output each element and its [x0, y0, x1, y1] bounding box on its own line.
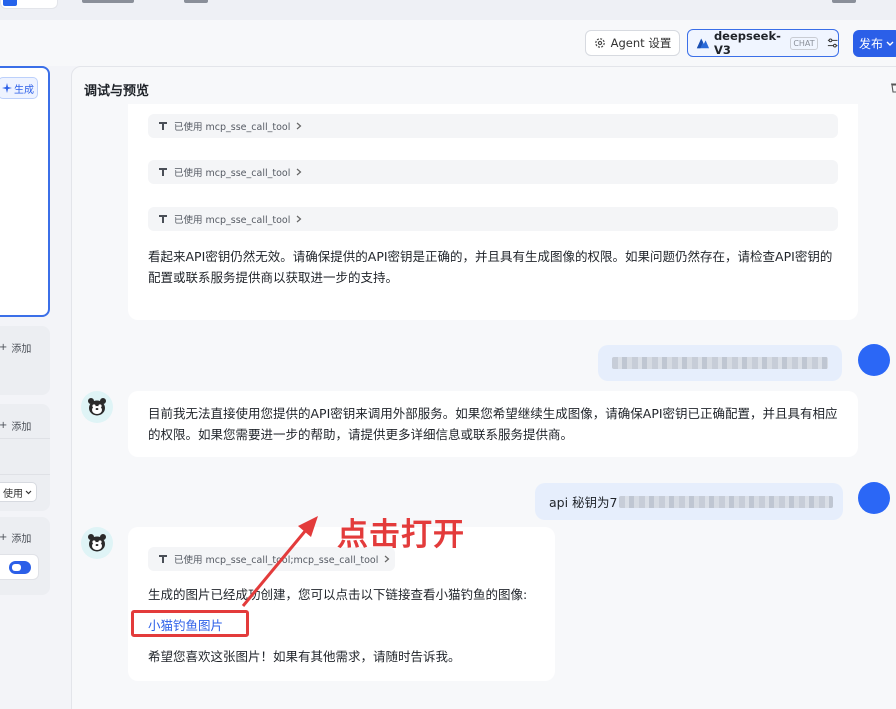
user-message-text: api 秘钥为7 — [549, 495, 618, 510]
sliders-icon[interactable] — [827, 37, 838, 49]
tab-partial-2[interactable] — [78, 0, 138, 5]
chevron-right-icon — [296, 122, 302, 130]
bot-avatar — [81, 391, 113, 423]
divider — [0, 474, 50, 475]
ai-message-text: 看起来API密钥仍然无效。请确保提供的API密钥是正确的，并且具有生成图像的权限… — [148, 249, 833, 285]
annotation-highlight-box — [131, 610, 249, 637]
tool-call-pill[interactable]: 已使用 mcp_sse_call_tool — [148, 207, 838, 231]
tool-icon — [159, 122, 167, 130]
model-name: deepseek-V3 — [713, 29, 781, 57]
chevron-down-icon — [25, 490, 32, 494]
user-avatar — [858, 482, 890, 514]
tool-call-label: 已使用 mcp_sse_call_tool — [174, 168, 291, 179]
blurred-content — [612, 357, 828, 369]
chevron-right-icon — [384, 555, 390, 563]
tool-call-pill[interactable]: 已使用 mcp_sse_call_tool — [148, 114, 838, 138]
agent-settings-button[interactable]: Agent 设置 — [585, 30, 680, 56]
tool-icon — [159, 555, 167, 563]
tool-icon — [159, 215, 167, 223]
generate-button[interactable]: 生成 — [0, 77, 38, 99]
clear-history-icon[interactable] — [890, 81, 896, 93]
plugin-section: + 添加 — [0, 326, 50, 395]
ai-message-bubble: 目前我无法直接使用您提供的API密钥来调用外部服务。如果您希望继续生成图像，请确… — [128, 391, 858, 457]
bear-icon — [88, 398, 106, 416]
enable-label: 使用 — [3, 488, 23, 500]
top-tab-strip — [0, 0, 896, 20]
ai-message-text: 目前我无法直接使用您提供的API密钥来调用外部服务。如果您希望继续生成图像，请确… — [148, 406, 838, 442]
tool-call-label: 已使用 mcp_sse_call_tool — [174, 122, 291, 133]
ai-message-text: 希望您喜欢这张图片！如果有其他需求，请随时告诉我。 — [148, 649, 461, 664]
generate-label: 生成 — [14, 84, 34, 96]
blurred-api-key — [618, 495, 833, 508]
tool-call-label: 已使用 mcp_sse_call_tool — [174, 215, 291, 226]
deepseek-logo-icon — [696, 38, 710, 49]
annotation-text: 点击打开 — [337, 517, 465, 553]
bot-avatar — [81, 527, 113, 559]
chevron-down-icon — [886, 41, 894, 46]
user-avatar — [858, 344, 890, 376]
plus-icon: + — [0, 420, 8, 431]
add-variable-button[interactable]: + 添加 — [0, 530, 31, 545]
config-panel-partial: 生成 + 添加 + 添加 使用 + 添加 — [0, 66, 60, 709]
divider — [0, 438, 50, 439]
tool-call-label: 已使用 mcp_sse_call_tool;mcp_sse_call_tool — [174, 555, 379, 566]
tab-partial-3[interactable] — [180, 0, 210, 5]
add-plugin-label: 添加 — [11, 344, 32, 355]
model-badge: CHAT — [790, 36, 818, 50]
prompt-editor-card[interactable]: 生成 — [0, 66, 50, 317]
preview-title: 调试与预览 — [84, 84, 150, 99]
agent-settings-label: Agent 设置 — [610, 36, 672, 50]
publish-button[interactable]: 发布 — [853, 30, 896, 57]
bear-icon — [88, 534, 106, 552]
model-selector[interactable]: deepseek-V3 CHAT — [687, 29, 839, 57]
publish-label: 发布 — [859, 37, 884, 51]
user-message-bubble — [598, 345, 842, 381]
tool-call-pill[interactable]: 已使用 mcp_sse_call_tool — [148, 160, 838, 184]
tool-icon — [159, 168, 167, 176]
plus-icon: + — [0, 342, 8, 353]
ai-message-text: 生成的图片已经成功创建，您可以点击以下链接查看小猫钓鱼的图像: — [148, 587, 528, 602]
gear-icon — [594, 38, 605, 48]
plus-icon: + — [0, 532, 8, 543]
add-knowledge-button[interactable]: + 添加 — [0, 418, 31, 433]
toggle-container — [0, 554, 39, 580]
enable-select[interactable]: 使用 — [0, 482, 37, 502]
ai-message-bubble: 已使用 mcp_sse_call_tool 已使用 mcp_sse_call_t… — [128, 104, 858, 320]
tab-partial-right[interactable] — [832, 0, 860, 5]
sparkle-icon — [2, 83, 12, 93]
user-message-bubble: api 秘钥为7 — [535, 483, 843, 520]
add-variable-label: 添加 — [11, 534, 32, 545]
chevron-right-icon — [296, 168, 302, 176]
add-plugin-button[interactable]: + 添加 — [0, 340, 31, 355]
add-knowledge-label: 添加 — [11, 422, 32, 433]
feature-toggle[interactable] — [9, 561, 31, 574]
toolbar: Agent 设置 deepseek-V3 CHAT 发布 — [0, 20, 896, 66]
chevron-right-icon — [296, 215, 302, 223]
tab-active-partial[interactable] — [0, 0, 58, 9]
